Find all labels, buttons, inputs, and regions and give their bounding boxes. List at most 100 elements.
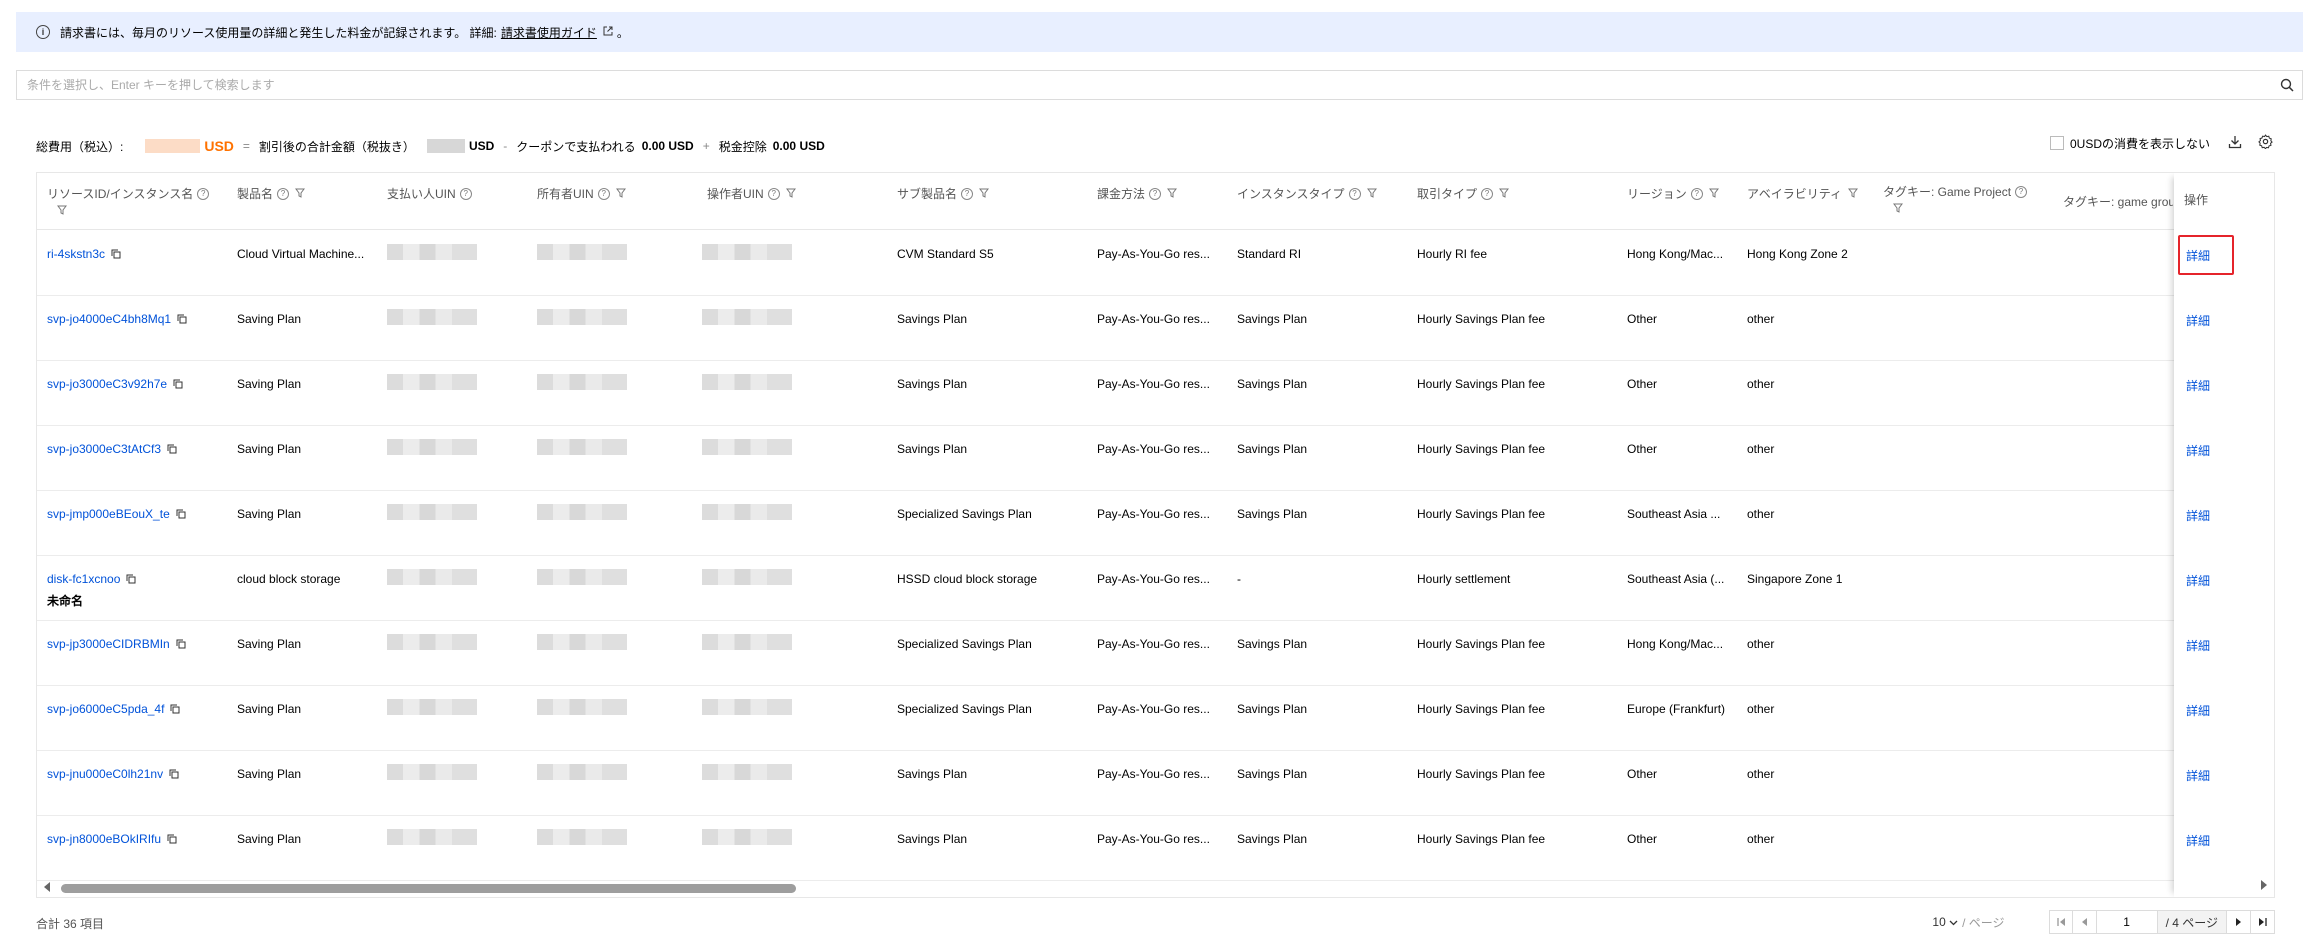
- resource-id-link[interactable]: svp-jo3000eC3v92h7e: [47, 377, 227, 392]
- detail-link[interactable]: 詳細: [2186, 767, 2210, 784]
- resource-id-link[interactable]: svp-jnu000eC0lh21nv: [47, 767, 227, 782]
- col-product: 製品名?: [237, 173, 306, 230]
- resource-id-text[interactable]: svp-jo3000eC3v92h7e: [47, 377, 167, 391]
- cell-product: Saving Plan: [237, 832, 302, 846]
- copy-icon[interactable]: [169, 768, 179, 782]
- detail-link[interactable]: 詳細: [2186, 312, 2210, 329]
- col-billing-label: 課金方法: [1097, 187, 1146, 201]
- resource-id-text[interactable]: svp-jn8000eBOkIRIfu: [47, 832, 161, 846]
- first-page-icon[interactable]: [2048, 910, 2073, 934]
- cell-sub-product: Savings Plan: [897, 442, 968, 456]
- detail-link[interactable]: 詳細: [2186, 637, 2210, 654]
- filter-icon[interactable]: [57, 204, 227, 218]
- resource-id-link[interactable]: svp-jmp000eBEouX_te: [47, 507, 227, 522]
- filter-icon[interactable]: [615, 187, 626, 201]
- discounted-total-value-redacted: [426, 139, 465, 153]
- copy-icon[interactable]: [126, 573, 136, 587]
- detail-link[interactable]: 詳細: [2186, 507, 2210, 524]
- scroll-left-icon[interactable]: [43, 881, 51, 895]
- copy-icon[interactable]: [170, 703, 180, 717]
- page-size-select[interactable]: 10: [1932, 915, 1958, 929]
- search-input[interactable]: [27, 78, 2272, 92]
- detail-link[interactable]: 詳細: [2186, 377, 2210, 394]
- filter-icon[interactable]: [1499, 187, 1510, 201]
- table-toolbar: 0USDの消費を表示しない: [2049, 134, 2273, 152]
- question-icon[interactable]: ?: [1348, 187, 1361, 200]
- resource-id-link[interactable]: disk-fc1xcnoo: [47, 572, 227, 587]
- billing-guide-link[interactable]: 請求書使用ガイド: [501, 24, 597, 41]
- copy-icon[interactable]: [176, 638, 186, 652]
- resource-id-text[interactable]: svp-jo4000eC4bh8Mq1: [47, 312, 171, 326]
- detail-link[interactable]: 詳細: [2186, 832, 2210, 849]
- filter-icon[interactable]: [1893, 202, 2027, 216]
- col-instance-type: インスタンスタイプ?: [1237, 173, 1377, 230]
- gear-icon[interactable]: [2258, 134, 2273, 152]
- filter-icon[interactable]: [1708, 187, 1719, 201]
- cell-sub-product: Savings Plan: [897, 312, 968, 326]
- last-page-icon[interactable]: [2251, 910, 2275, 934]
- resource-id-link[interactable]: svp-jo3000eC3tAtCf3: [47, 442, 227, 457]
- copy-icon[interactable]: [176, 508, 186, 522]
- question-icon[interactable]: ?: [597, 187, 610, 200]
- copy-icon[interactable]: [177, 313, 187, 327]
- filter-icon[interactable]: [295, 187, 306, 201]
- cell-sub-product: Specialized Savings Plan: [897, 702, 1032, 716]
- resource-id-link[interactable]: svp-jn8000eBOkIRIfu: [47, 832, 227, 847]
- prev-page-icon[interactable]: [2072, 910, 2097, 934]
- table-row: ri-4skstn3c Cloud Virtual Machine... CVM S…: [37, 231, 2237, 296]
- resource-id-text[interactable]: svp-jp3000eCIDRBMIn: [47, 637, 170, 651]
- copy-icon[interactable]: [167, 833, 177, 847]
- copy-icon[interactable]: [167, 443, 177, 457]
- cell-region: Southeast Asia (...: [1627, 572, 1725, 586]
- copy-icon[interactable]: [111, 248, 121, 262]
- detail-link[interactable]: 詳細: [2186, 572, 2210, 589]
- detail-link[interactable]: 詳細: [2186, 702, 2210, 719]
- external-link-icon[interactable]: [603, 26, 613, 39]
- question-icon[interactable]: ?: [961, 187, 974, 200]
- horizontal-scrollbar[interactable]: [37, 877, 2237, 897]
- filter-icon[interactable]: [1366, 187, 1377, 201]
- per-page-label: / ページ: [1962, 915, 2005, 930]
- operator-uin-redacted: [702, 699, 792, 715]
- filter-icon[interactable]: [785, 187, 796, 201]
- resource-id-link[interactable]: svp-jo4000eC4bh8Mq1: [47, 312, 227, 327]
- scroll-right-icon[interactable]: [2260, 879, 2268, 893]
- question-icon[interactable]: ?: [1149, 187, 1162, 200]
- total-cost-value-redacted: [145, 139, 201, 153]
- copy-icon[interactable]: [173, 378, 183, 392]
- question-icon[interactable]: ?: [277, 187, 290, 200]
- resource-id-link[interactable]: ri-4skstn3c: [47, 247, 227, 262]
- resource-id-text[interactable]: ri-4skstn3c: [47, 247, 105, 261]
- filter-icon[interactable]: [1167, 187, 1178, 201]
- scrollbar-thumb[interactable]: [61, 884, 796, 893]
- resource-id-text[interactable]: svp-jo6000eC5pda_4f: [47, 702, 164, 716]
- resource-id-text[interactable]: svp-jo3000eC3tAtCf3: [47, 442, 161, 456]
- page-number-input[interactable]: [2096, 910, 2157, 934]
- filter-icon[interactable]: [979, 187, 990, 201]
- detail-link[interactable]: 詳細: [2186, 442, 2210, 459]
- resource-id-text[interactable]: disk-fc1xcnoo: [47, 572, 120, 586]
- resource-id-link[interactable]: svp-jp3000eCIDRBMIn: [47, 637, 227, 652]
- plus-sign: +: [702, 139, 710, 153]
- hide-zero-toggle[interactable]: 0USDの消費を表示しない: [2049, 135, 2210, 152]
- resource-id-text[interactable]: svp-jnu000eC0lh21nv: [47, 767, 163, 781]
- search-bar[interactable]: [16, 70, 2303, 100]
- question-icon[interactable]: ?: [197, 187, 210, 200]
- resource-id-link[interactable]: svp-jo6000eC5pda_4f: [47, 702, 227, 717]
- question-icon[interactable]: ?: [767, 187, 780, 200]
- cell-availability: other: [1747, 442, 1775, 456]
- resource-id-text[interactable]: svp-jmp000eBEouX_te: [47, 507, 170, 521]
- cell-billing: Pay-As-You-Go res...: [1097, 507, 1210, 521]
- download-icon[interactable]: [2228, 135, 2242, 152]
- filter-icon[interactable]: [1848, 187, 1859, 201]
- hide-zero-checkbox[interactable]: [2049, 136, 2064, 150]
- question-icon[interactable]: ?: [459, 187, 472, 200]
- total-cost-label: 総費用（税込）:: [36, 139, 124, 154]
- cell-transaction-type: Hourly settlement: [1417, 572, 1511, 586]
- cell-instance-type: Savings Plan: [1237, 637, 1308, 651]
- question-icon[interactable]: ?: [1481, 187, 1494, 200]
- question-icon[interactable]: ?: [1690, 187, 1703, 200]
- question-icon[interactable]: ?: [2015, 185, 2028, 198]
- next-page-icon[interactable]: [2227, 910, 2251, 934]
- search-icon[interactable]: [2272, 71, 2302, 99]
